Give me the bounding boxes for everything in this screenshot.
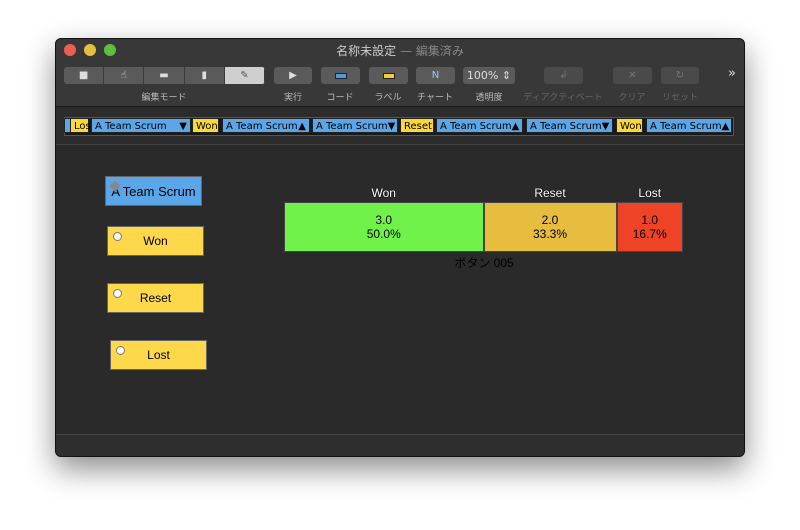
segment-value-label: 3.0 xyxy=(375,213,393,227)
reset-score-button[interactable]: Reset xyxy=(107,283,204,313)
run-button[interactable]: ▶ xyxy=(274,67,312,84)
deactivate-button[interactable]: ↲ xyxy=(544,67,583,84)
code-icon xyxy=(334,72,347,79)
sequence-item[interactable]: A Team Scrum ▲ xyxy=(222,118,310,133)
edit-mode-label: 編集モード xyxy=(141,93,187,103)
sequence-item-label: Won xyxy=(196,121,218,132)
radio-icon xyxy=(116,346,125,355)
play-icon: ▶ xyxy=(289,70,297,81)
chart-button[interactable]: N xyxy=(416,67,455,84)
segment-percent-label: 33.3% xyxy=(532,227,568,241)
sequence-item[interactable]: A Team Scrum ▲ xyxy=(646,118,732,133)
sequence-item[interactable]: A Team Scrum ▼ xyxy=(91,118,191,133)
status-bar xyxy=(56,434,744,456)
window-title: 名称未設定 — 編集済み xyxy=(336,44,464,58)
run-label: 実行 xyxy=(283,93,303,103)
reset-icon: ↻ xyxy=(675,70,685,81)
sequence-item-label: A Team Scrum xyxy=(316,121,388,132)
sequence-area: Lost A Team Scrum ▼ Won A Team Scrum ▲ A Team … xyxy=(56,108,744,145)
triangle-up-icon[interactable]: ▲ xyxy=(722,119,730,132)
sequence-item[interactable]: Lost xyxy=(70,118,95,133)
sequence-item-label: Won xyxy=(620,121,642,132)
triangle-down-icon[interactable]: ▼ xyxy=(179,119,187,132)
sequence-item[interactable]: Won xyxy=(192,118,219,133)
label-icon xyxy=(382,72,395,79)
won-button-label: Won xyxy=(143,234,168,248)
lost-button[interactable]: Lost xyxy=(110,340,207,370)
bar-segment[interactable]: 3.0 50.0% xyxy=(284,202,484,252)
sequence-item-label: A Team Scrum xyxy=(226,121,298,132)
line-chart-icon: N xyxy=(431,70,440,81)
sequence-item[interactable]: A Team Scrum ▲ xyxy=(436,118,523,133)
opacity-value: 100% xyxy=(466,69,499,82)
segment-category-label: Lost xyxy=(638,186,662,200)
opacity-label: 透明度 xyxy=(475,93,503,103)
code-label: コード xyxy=(326,93,354,103)
radio-icon xyxy=(113,289,122,298)
sequence-item[interactable]: Won xyxy=(616,118,643,133)
edit-mode-segmented-control[interactable]: ■ ☝ ▬ ▮ ✎ xyxy=(64,67,265,84)
opacity-stepper[interactable]: 100% ⇕ xyxy=(463,67,515,84)
bar-chart-icon[interactable]: ▮ xyxy=(184,67,225,84)
bar-segment[interactable]: 1.0 16.7% xyxy=(616,202,683,252)
clear-label: クリア xyxy=(618,93,646,103)
sequence-item[interactable]: A Team Scrum ▼ xyxy=(312,118,398,133)
triangle-up-icon[interactable]: ▲ xyxy=(512,119,520,132)
sequence-item-label: A Team Scrum xyxy=(530,121,602,132)
sequence-item[interactable]: Reset xyxy=(400,118,434,133)
segment-percent-label: 16.7% xyxy=(632,227,667,241)
reset-button[interactable]: ↻ xyxy=(661,67,699,84)
reset-button-label: Reset xyxy=(139,291,172,305)
hand-pointer-icon[interactable]: ☝ xyxy=(104,67,145,84)
reset-label: リセット xyxy=(661,93,699,103)
video-icon[interactable]: ■ xyxy=(64,67,105,84)
segment-category-label: Reset xyxy=(534,186,566,200)
clear-button[interactable]: ✕ xyxy=(613,67,652,84)
label-button[interactable] xyxy=(369,67,408,84)
triangle-up-icon[interactable]: ▲ xyxy=(298,119,306,132)
button-icon[interactable]: ▬ xyxy=(144,67,185,84)
segment-percent-label: 50.0% xyxy=(366,227,401,241)
sequence-item-label: A Team Scrum xyxy=(95,121,167,132)
chart-label: チャート xyxy=(417,93,453,103)
stepper-icon: ⇕ xyxy=(501,69,512,82)
lost-button-label: Lost xyxy=(147,348,170,362)
deactivate-icon: ↲ xyxy=(559,70,568,81)
chart-caption: ボタン 005 xyxy=(454,256,514,270)
bar-segment[interactable]: 2.0 33.3% xyxy=(483,202,617,252)
label-label: ラベル xyxy=(374,93,402,103)
sequence-item-label: A Team Scrum xyxy=(650,121,722,132)
triangle-down-icon[interactable]: ▼ xyxy=(602,119,610,132)
triangle-down-icon[interactable]: ▼ xyxy=(388,119,396,132)
radio-icon xyxy=(113,232,122,241)
segment-value-label: 1.0 xyxy=(641,213,659,227)
canvas[interactable]: A Team Scrum Won Reset Lost Won 3.0 50.0% R… xyxy=(56,146,744,436)
team-button-label: A Team Scrum xyxy=(111,183,196,199)
segment-category-label: Won xyxy=(371,186,396,200)
sequence-item-label: A Team Scrum xyxy=(440,121,512,132)
team-button[interactable]: A Team Scrum xyxy=(105,176,202,206)
code-button[interactable] xyxy=(321,67,360,84)
sequence-item-label: Reset xyxy=(404,121,432,132)
segment-value-label: 2.0 xyxy=(541,213,559,227)
pencil-icon[interactable]: ✎ xyxy=(224,67,265,84)
deactivate-label: ディアクティベート xyxy=(523,93,603,103)
toolbar-overflow-button[interactable]: » xyxy=(728,66,736,81)
toolbar: 名称未設定 — 編集済み ■ ☝ ▬ ▮ ✎ 編集モード ▶ 実行 コード ラベ… xyxy=(56,39,744,107)
x-icon: ✕ xyxy=(628,70,637,81)
app-window: 名称未設定 — 編集済み ■ ☝ ▬ ▮ ✎ 編集モード ▶ 実行 コード ラベ… xyxy=(55,38,745,457)
won-button[interactable]: Won xyxy=(107,226,204,256)
sequence-item[interactable]: A Team Scrum ▼ xyxy=(526,118,613,133)
